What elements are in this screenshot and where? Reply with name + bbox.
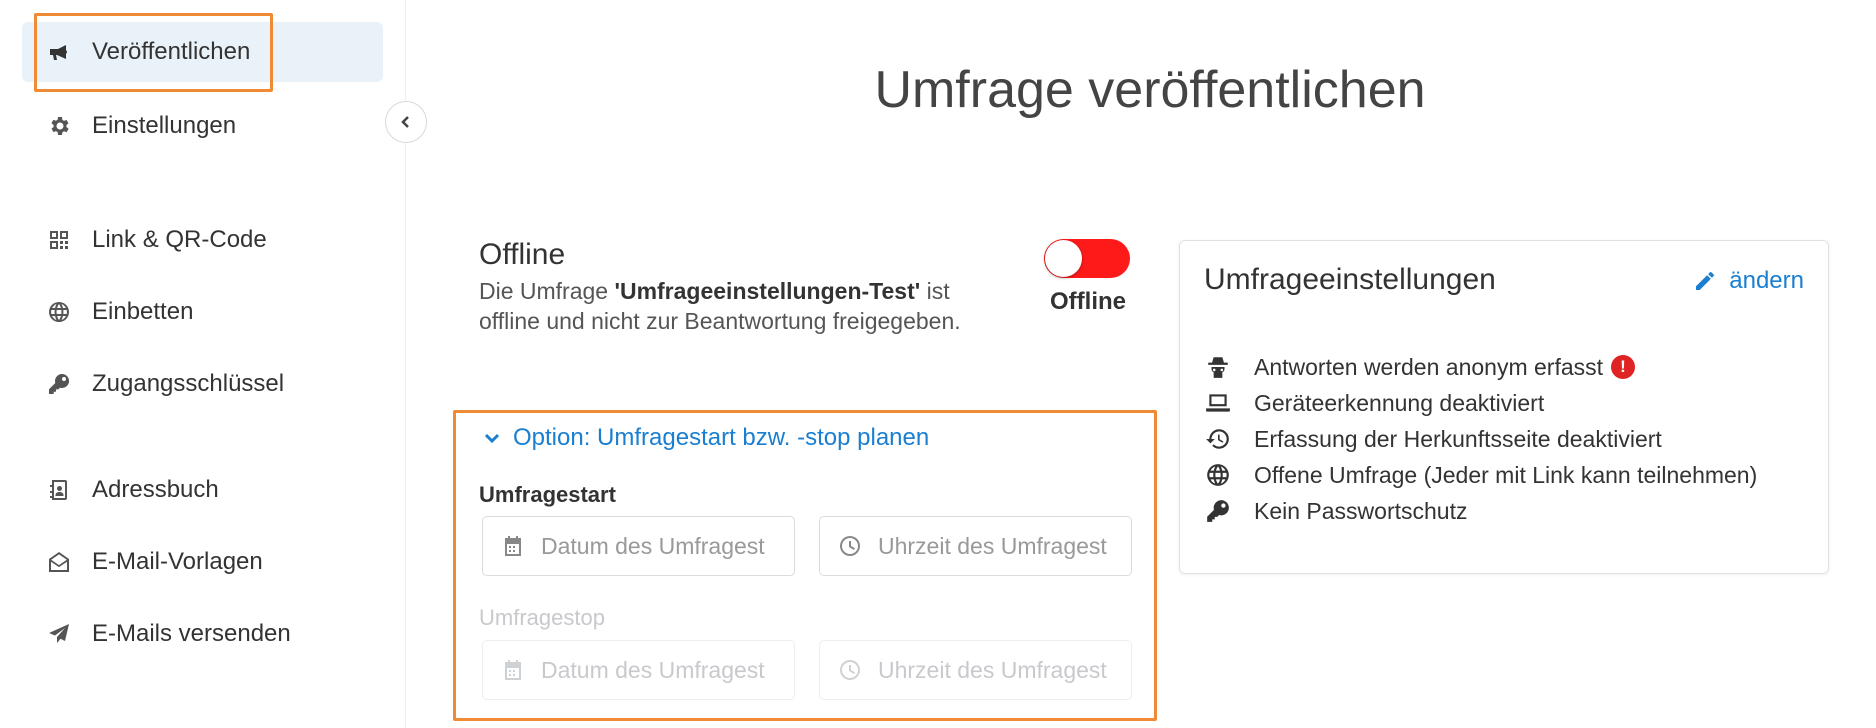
setting-row-password: Kein Passwortschutz [1204, 493, 1757, 529]
setting-text: Geräteerkennung deaktiviert [1254, 389, 1545, 416]
setting-row-anonymous: Antworten werden anonym erfasst ! [1204, 349, 1757, 385]
address-book-icon [46, 477, 72, 503]
setting-row-open-survey: Offene Umfrage (Jeder mit Link kann teil… [1204, 457, 1757, 493]
start-date-field[interactable] [541, 532, 791, 560]
status-heading: Offline [479, 238, 566, 271]
toggle-status-label: Offline [1050, 288, 1126, 315]
edit-label: ändern [1729, 267, 1804, 294]
survey-settings-card: Umfrageeinstellungen ändern Antworten we… [1179, 240, 1829, 574]
globe-icon [46, 299, 72, 325]
start-time-input[interactable] [819, 516, 1132, 576]
stop-time-input[interactable] [819, 640, 1132, 700]
setting-row-device: Geräteerkennung deaktiviert [1204, 385, 1757, 421]
clock-icon [838, 658, 862, 682]
start-label: Umfragestart [479, 482, 616, 507]
sidebar-collapse-button[interactable] [385, 101, 427, 143]
sidebar-item-label: Einstellungen [92, 112, 237, 139]
page-title: Umfrage veröffentlichen [874, 61, 1426, 119]
calendar-icon [501, 658, 525, 682]
sidebar-item-label: Einbetten [92, 298, 194, 325]
edit-settings-link[interactable]: ändern [1693, 267, 1804, 295]
clock-icon [838, 534, 862, 558]
sidebar-item-einstellungen[interactable]: Einstellungen [22, 96, 383, 156]
sidebar-item-email-vorlagen[interactable]: E-Mail-Vorlagen [22, 532, 383, 592]
key-icon [46, 371, 72, 397]
sidebar-item-zugangsschluessel[interactable]: Zugangsschlüssel [22, 354, 383, 414]
start-time-field[interactable] [878, 532, 1128, 560]
sidebar-item-link-qr[interactable]: Link & QR-Code [22, 210, 383, 270]
status-description: Die Umfrage 'Umfrageeinstellungen-Test' … [479, 276, 999, 336]
sidebar-item-label: Zugangsschlüssel [92, 370, 285, 397]
stop-date-input[interactable] [482, 640, 795, 700]
survey-name: 'Umfrageeinstellungen-Test' [614, 278, 921, 304]
status-desc-prefix: Die Umfrage [479, 278, 615, 304]
settings-list: Antworten werden anonym erfasst ! Geräte… [1204, 349, 1757, 529]
key-icon [1204, 497, 1232, 525]
sidebar: Veröffentlichen Einstellungen Link & QR-… [0, 0, 406, 728]
paper-plane-icon [46, 621, 72, 647]
setting-text: Erfassung der Herkunftsseite deaktiviert [1254, 425, 1662, 452]
stop-date-field[interactable] [541, 656, 791, 684]
schedule-option-label: Option: Umfragestart bzw. -stop planen [513, 424, 930, 451]
laptop-icon [1204, 389, 1232, 417]
sidebar-item-emails-versenden[interactable]: E-Mails versenden [22, 604, 383, 664]
card-title: Umfrageeinstellungen [1204, 263, 1496, 296]
sidebar-item-label: E-Mail-Vorlagen [92, 548, 263, 575]
setting-text: Kein Passwortschutz [1254, 497, 1468, 524]
sidebar-item-adressbuch[interactable]: Adressbuch [22, 460, 383, 520]
history-icon [1204, 425, 1232, 453]
schedule-option-toggle[interactable]: Option: Umfragestart bzw. -stop planen [483, 424, 929, 452]
chevron-left-icon [401, 116, 409, 128]
setting-row-referrer: Erfassung der Herkunftsseite deaktiviert [1204, 421, 1757, 457]
toggle-knob [1045, 240, 1082, 277]
sidebar-item-einbetten[interactable]: Einbetten [22, 282, 383, 342]
globe-icon [1204, 461, 1232, 489]
start-date-input[interactable] [482, 516, 795, 576]
envelope-open-icon [46, 549, 72, 575]
gear-icon [46, 113, 72, 139]
warning-icon: ! [1611, 355, 1636, 379]
pencil-icon [1696, 272, 1715, 290]
stop-time-field[interactable] [878, 656, 1128, 684]
online-offline-toggle[interactable] [1044, 239, 1130, 278]
setting-text: Antworten werden anonym erfasst [1254, 353, 1604, 380]
chevron-down-icon [484, 433, 500, 444]
setting-text: Offene Umfrage (Jeder mit Link kann teil… [1254, 461, 1758, 488]
sidebar-item-label: E-Mails versenden [92, 620, 291, 647]
stop-label: Umfragestop [479, 605, 605, 630]
sidebar-item-label: Veröffentlichen [92, 38, 251, 65]
sidebar-item-label: Link & QR-Code [92, 226, 267, 253]
sidebar-item-veroeffentlichen[interactable]: Veröffentlichen [22, 22, 383, 82]
spy-icon [1204, 353, 1232, 381]
qr-code-icon [46, 227, 72, 253]
megaphone-icon [46, 39, 72, 65]
calendar-icon [501, 534, 525, 558]
sidebar-item-label: Adressbuch [92, 476, 219, 503]
